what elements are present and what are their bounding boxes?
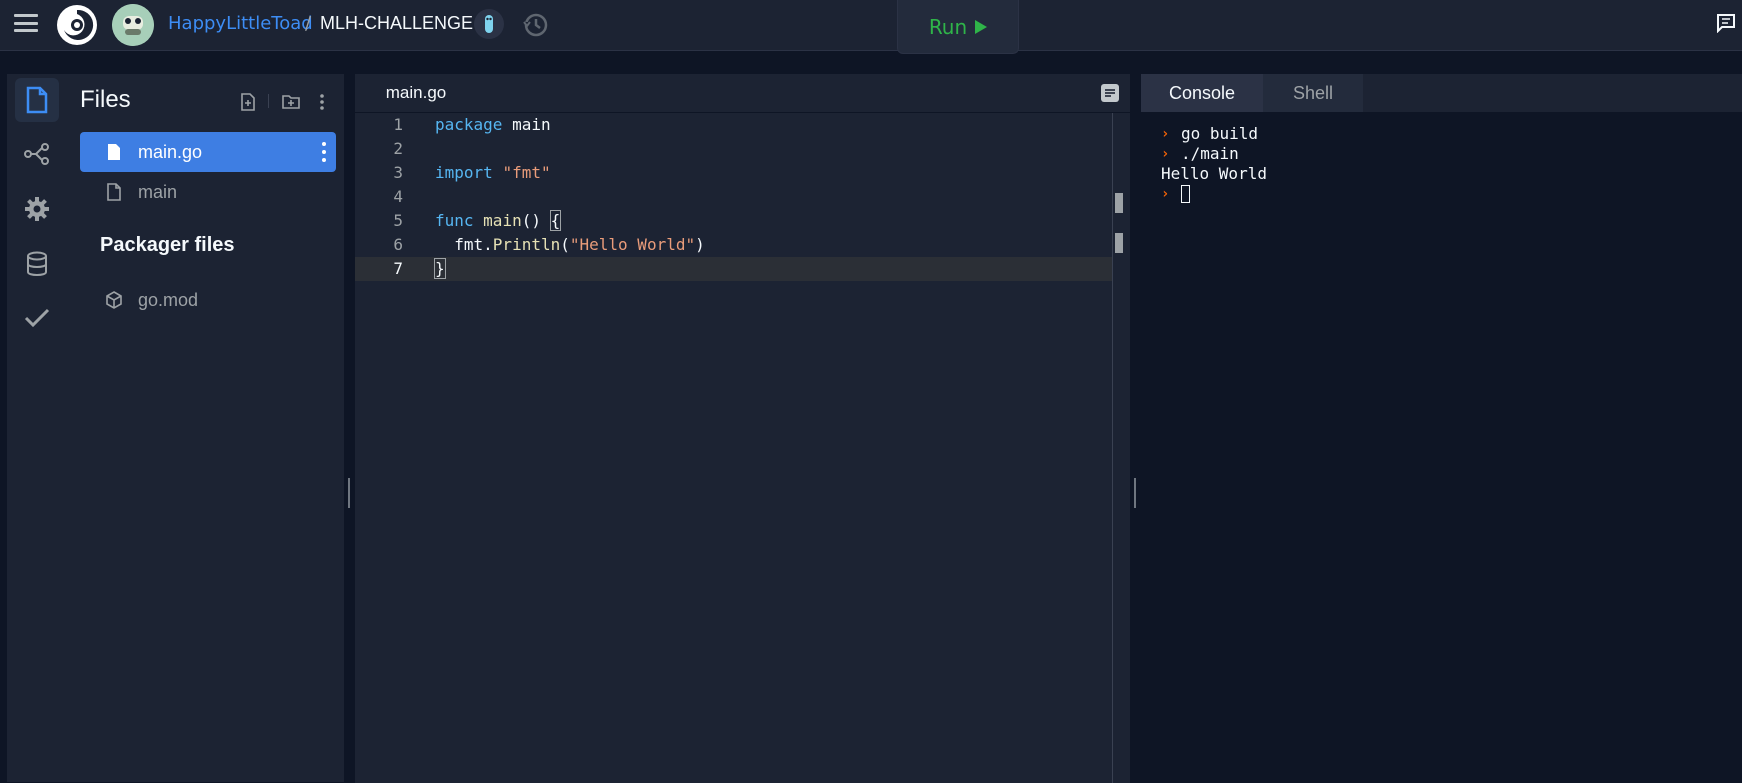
file-icon	[108, 144, 120, 160]
file-item-main[interactable]: main	[80, 172, 336, 212]
tab-main-go[interactable]: main.go	[355, 74, 477, 112]
run-button[interactable]: Run	[897, 0, 1019, 54]
tab-shell[interactable]: Shell	[1263, 74, 1363, 112]
terminal-text: Hello World	[1161, 164, 1267, 183]
history-icon[interactable]	[521, 10, 551, 40]
file-options-icon[interactable]	[322, 142, 326, 162]
pane-resizer-right[interactable]	[1134, 478, 1136, 508]
replit-logo-icon[interactable]	[56, 4, 98, 46]
line-number: 3	[393, 163, 403, 182]
line-number: 7	[393, 259, 403, 278]
terminal-cursor[interactable]	[1181, 185, 1190, 203]
chat-icon[interactable]	[1716, 13, 1736, 33]
breadcrumb-separator: /	[305, 13, 312, 34]
code-text: fmt.Println("Hello World")	[435, 235, 705, 254]
prompt-icon: ›	[1161, 186, 1170, 202]
code-line[interactable]: 5 func main() {	[355, 209, 1113, 233]
prompt-icon: ›	[1161, 146, 1170, 162]
code-text: package main	[435, 115, 551, 134]
version-control-button[interactable]	[15, 132, 59, 176]
more-options-icon[interactable]	[312, 92, 332, 112]
file-item-label: go.mod	[138, 289, 199, 310]
username-link[interactable]: HappyLittleToad	[168, 13, 313, 34]
line-number: 6	[393, 235, 403, 254]
file-item-main-go[interactable]: main.go	[80, 132, 336, 172]
toad-avatar-icon	[112, 4, 154, 46]
file-icon	[26, 86, 48, 114]
terminal-line: › ./main	[1161, 144, 1267, 164]
run-label: Run	[928, 14, 968, 39]
terminal-line: › go build	[1161, 124, 1267, 144]
files-title: Files	[80, 86, 131, 113]
code-text: import "fmt"	[435, 163, 551, 182]
avatar[interactable]	[112, 4, 154, 46]
file-item-label: main.go	[138, 141, 203, 162]
code-line-current[interactable]: 7 }	[355, 257, 1113, 281]
line-number: 4	[393, 187, 403, 206]
code-text: func main() {	[435, 210, 562, 231]
database-icon	[27, 251, 47, 276]
console-pane: Console Shell › go build › ./main Hello …	[1141, 74, 1742, 782]
tab-console[interactable]: Console	[1141, 74, 1263, 112]
database-button[interactable]	[15, 242, 59, 286]
code-line[interactable]: 2	[355, 137, 1113, 161]
pane-resizer-left[interactable]	[348, 478, 350, 508]
play-icon	[975, 19, 988, 34]
prompt-icon: ›	[1161, 126, 1170, 142]
menu-icon[interactable]	[14, 14, 38, 32]
repl-name[interactable]: MLH-CHALLENGE	[320, 13, 473, 34]
toolbar-divider	[268, 94, 269, 108]
new-file-icon[interactable]	[238, 92, 258, 112]
code-line[interactable]: 4	[355, 185, 1113, 209]
files-tool-button[interactable]	[15, 78, 59, 122]
line-number: 1	[393, 115, 403, 134]
language-badge[interactable]	[474, 9, 504, 39]
code-line[interactable]: 3 import "fmt"	[355, 161, 1113, 185]
code-editor[interactable]: 1 package main 2 3 import "fmt" 4 5 func…	[355, 112, 1130, 783]
go-gopher-icon	[485, 15, 493, 33]
editor-menu-icon[interactable]	[1100, 83, 1120, 103]
files-panel: Files main.go main Packager files go.mod	[65, 74, 344, 782]
checkmark-icon	[24, 308, 50, 328]
editor-scrollbar[interactable]	[1112, 113, 1125, 783]
scrollbar-marker	[1115, 193, 1123, 213]
file-item-go-mod[interactable]: go.mod	[80, 280, 336, 320]
unit-tests-button[interactable]	[15, 296, 59, 340]
file-icon	[107, 183, 121, 201]
editor-pane: main.go 1 package main 2 3 import "fmt" …	[355, 74, 1130, 783]
terminal-line: Hello World	[1161, 164, 1267, 184]
top-bar: HappyLittleToad / MLH-CHALLENGE Run	[0, 0, 1742, 54]
gear-icon	[25, 197, 49, 221]
code-line[interactable]: 1 package main	[355, 113, 1113, 137]
line-number: 5	[393, 211, 403, 230]
terminal-text: ./main	[1181, 144, 1239, 163]
line-number: 2	[393, 139, 403, 158]
console-tab-bar: Console Shell	[1141, 74, 1742, 112]
terminal-output[interactable]: › go build › ./main Hello World ›	[1161, 124, 1267, 204]
version-control-icon	[24, 143, 49, 165]
file-item-label: main	[138, 181, 178, 202]
settings-button[interactable]	[15, 187, 59, 231]
scrollbar-marker	[1115, 233, 1123, 253]
left-rail	[7, 74, 65, 782]
terminal-text: go build	[1181, 124, 1259, 143]
editor-tab-bar: main.go	[355, 74, 1130, 112]
terminal-line: ›	[1161, 184, 1267, 204]
new-folder-icon[interactable]	[281, 92, 301, 112]
package-icon	[106, 291, 122, 309]
code-text: }	[434, 258, 446, 279]
code-line[interactable]: 6 fmt.Println("Hello World")	[355, 233, 1113, 257]
packager-files-title: Packager files	[100, 234, 235, 256]
